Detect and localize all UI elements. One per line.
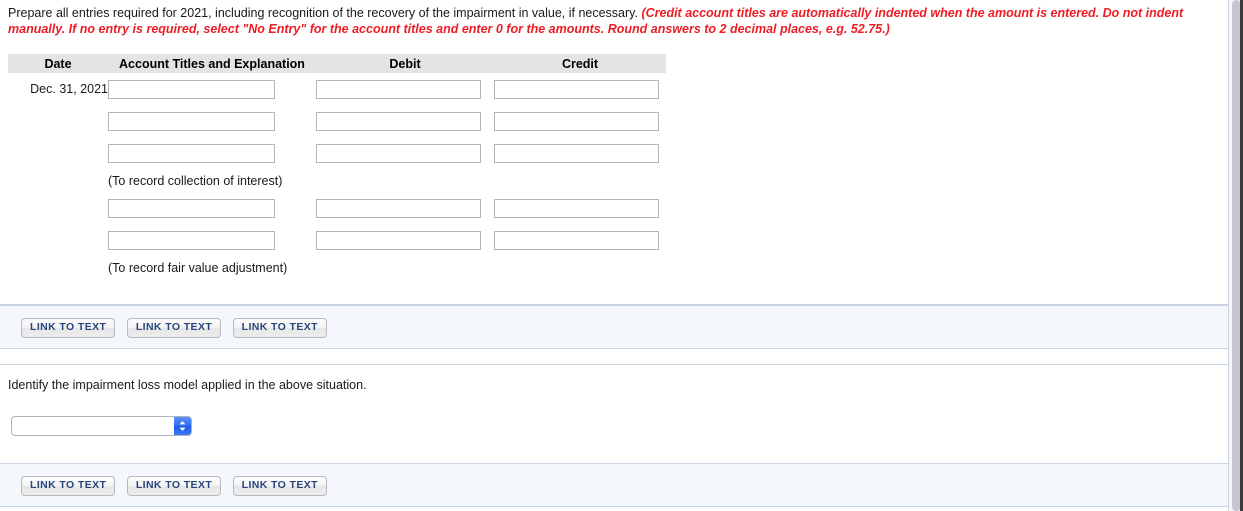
link-to-text-button-3[interactable]: LINK TO TEXT [232,318,327,338]
credit-input-5[interactable] [494,230,659,250]
credit-cell [494,73,666,105]
column-header-date: Date [8,54,108,73]
column-header-debit: Debit [316,54,494,73]
credit-cell [494,105,666,137]
entry-date [8,137,108,169]
link-to-text-button-2[interactable]: LINK TO TEXT [126,318,222,338]
account-title-input-5[interactable] [108,230,275,250]
column-header-account: Account Titles and Explanation [108,54,316,73]
account-title-input-4[interactable] [108,198,275,218]
account-title-input-2[interactable] [108,111,275,131]
page-scroll-container: Prepare all entries required for 2021, i… [0,0,1228,511]
table-row [8,137,666,169]
debit-cell [316,105,494,137]
impairment-model-dropdown-wrapper [11,416,192,436]
table-header-row: Date Account Titles and Explanation Debi… [8,54,666,73]
entry-date: Dec. 31, 2021 [30,82,108,96]
account-cell [108,224,316,256]
link-to-text-button-1[interactable]: LINK TO TEXT [21,318,116,338]
debit-cell [316,137,494,169]
credit-input-1[interactable] [494,79,659,99]
table-row [8,105,666,137]
table-row [8,224,666,256]
debit-cell [316,224,494,256]
account-cell [108,137,316,169]
account-title-input-3[interactable] [108,143,275,163]
account-cell [108,192,316,224]
journal-entry-section: Prepare all entries required for 2021, i… [0,0,1228,305]
account-cell [108,73,316,105]
impairment-model-select[interactable] [11,416,192,436]
instruction-text: Prepare all entries required for 2021, i… [8,6,1188,37]
credit-cell [494,137,666,169]
debit-input-4[interactable] [316,198,481,218]
debit-input-3[interactable] [316,143,481,163]
entry-date [8,224,108,256]
credit-input-2[interactable] [494,111,659,131]
journal-entry-table: Date Account Titles and Explanation Debi… [8,54,666,279]
link-to-text-bar-bottom: LINK TO TEXT LINK TO TEXT LINK TO TEXT [0,463,1228,507]
credit-input-3[interactable] [494,143,659,163]
link-to-text-button-5[interactable]: LINK TO TEXT [126,476,222,496]
account-title-input-1[interactable] [108,79,275,99]
debit-input-2[interactable] [316,111,481,131]
link-to-text-button-4[interactable]: LINK TO TEXT [21,476,116,496]
debit-cell [316,73,494,105]
credit-cell [494,224,666,256]
entry-date [8,105,108,137]
entry-caption-fair-value: (To record fair value adjustment) [108,260,288,275]
spacer-cell [8,256,108,279]
table-row: Dec. 31, 2021 [8,73,666,105]
link-to-text-button-6[interactable]: LINK TO TEXT [232,476,327,496]
table-caption-row: (To record collection of interest) [8,169,666,192]
debit-input-5[interactable] [316,230,481,250]
credit-input-4[interactable] [494,198,659,218]
debit-cell [316,192,494,224]
table-row [8,192,666,224]
entry-caption-interest: (To record collection of interest) [108,173,283,188]
link-to-text-bar-top: LINK TO TEXT LINK TO TEXT LINK TO TEXT [0,305,1228,349]
impairment-question-label: Identify the impairment loss model appli… [8,378,367,392]
spacer-cell [8,169,108,192]
impairment-model-section: Identify the impairment loss model appli… [0,364,1228,464]
impairment-question-text: Identify the impairment loss model appli… [8,378,367,394]
column-header-credit: Credit [494,54,666,73]
credit-cell [494,192,666,224]
table-caption-row: (To record fair value adjustment) [8,256,666,279]
instruction-main: Prepare all entries required for 2021, i… [8,6,642,20]
account-cell [108,105,316,137]
debit-input-1[interactable] [316,79,481,99]
entry-date [8,192,108,224]
